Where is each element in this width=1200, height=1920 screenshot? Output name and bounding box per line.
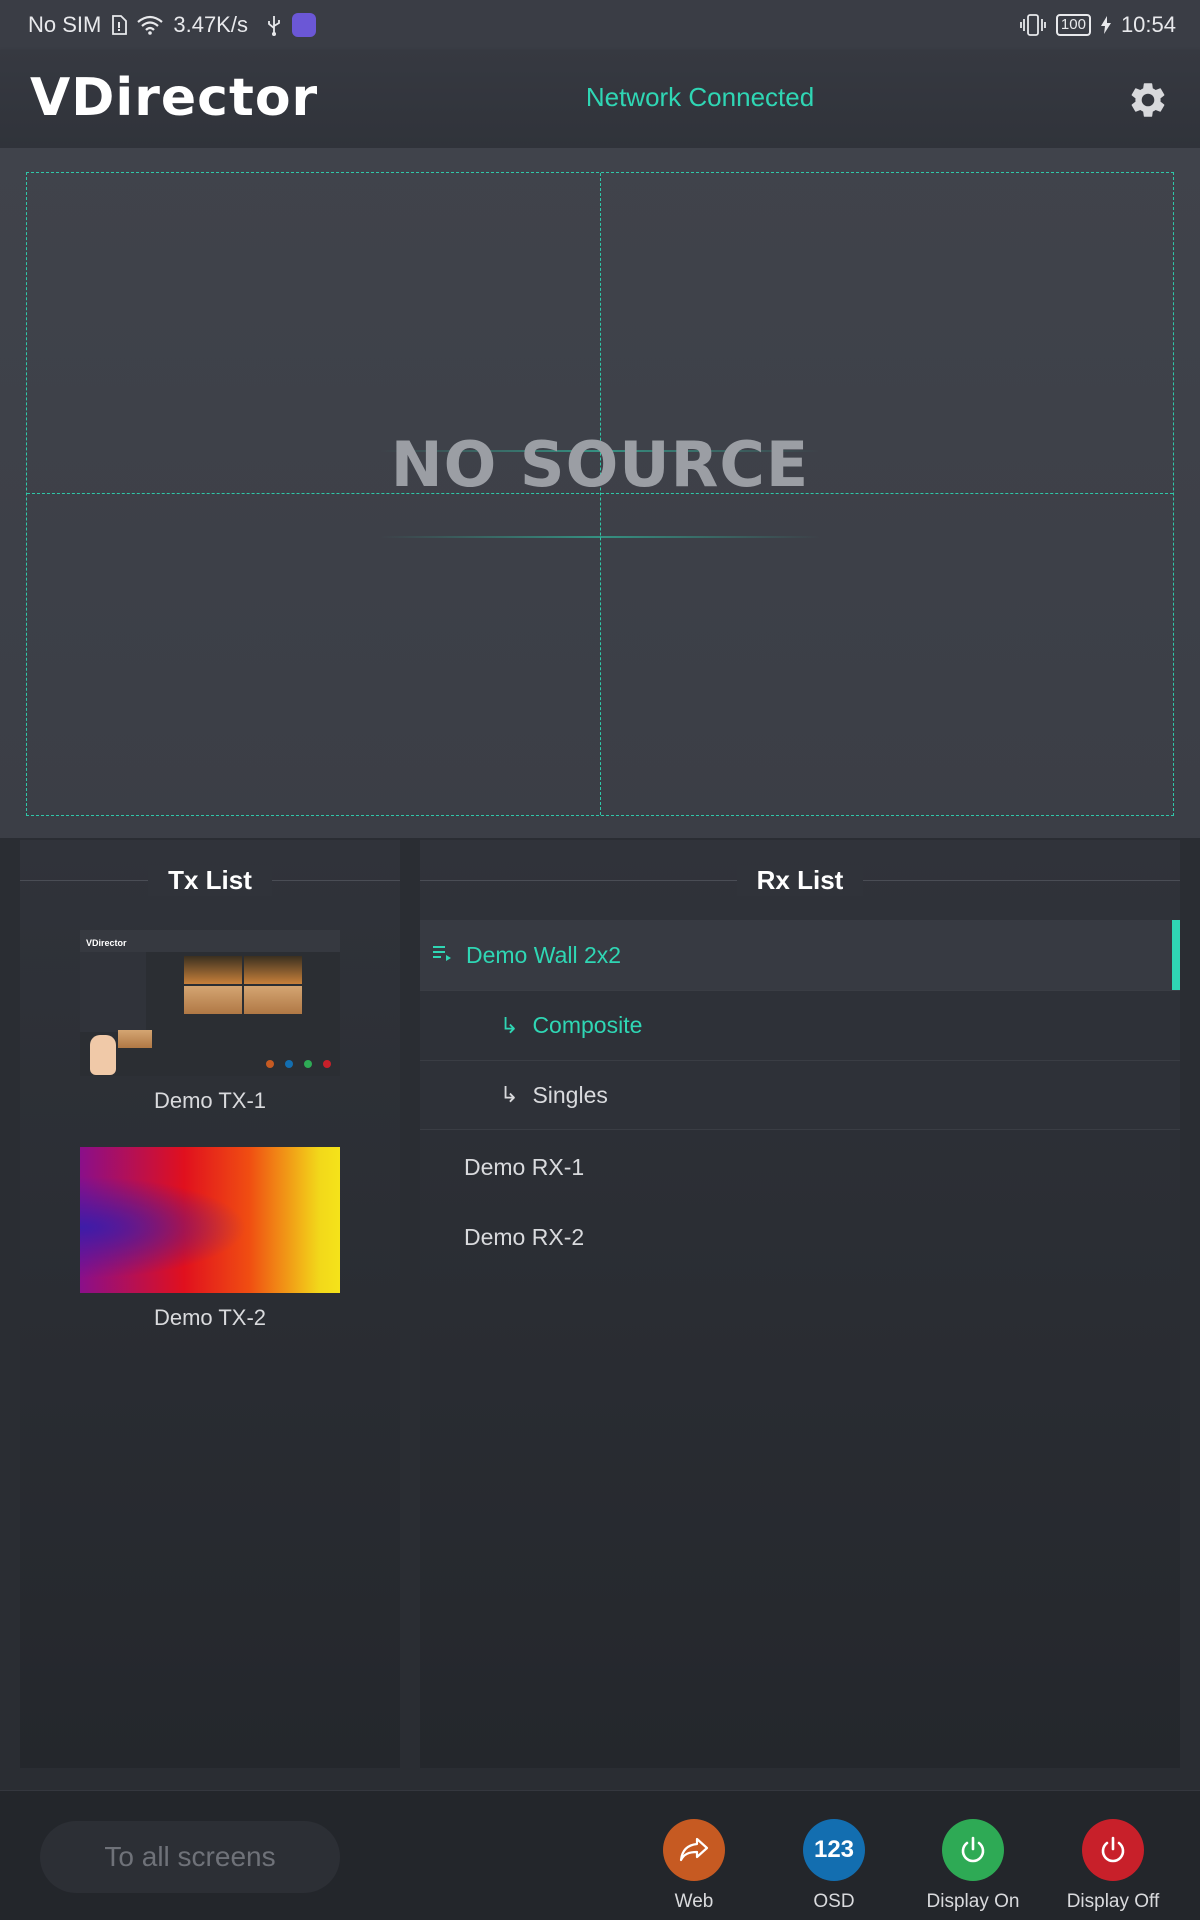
net-speed-text: 3.47K/s xyxy=(173,12,248,37)
app-icon xyxy=(291,13,316,37)
tx-label: Demo TX-2 xyxy=(153,1305,267,1330)
to-all-screens-button[interactable]: To all screens xyxy=(40,1821,340,1893)
bottom-bar: To all screens Web 123 OSD Display On Di… xyxy=(0,1790,1200,1920)
osd-label: OSD xyxy=(813,1891,855,1912)
sim-icon xyxy=(111,15,128,35)
osd-icon: 123 xyxy=(803,1819,865,1881)
status-left: No SIM 3.47K/s xyxy=(28,12,316,38)
rx-label: Demo RX-1 xyxy=(464,1153,585,1180)
rx-item-demo-wall[interactable]: Demo Wall 2x2 xyxy=(420,920,1180,990)
tx-item-demo-tx-1[interactable]: VDirector Demo TX-1 xyxy=(80,930,340,1114)
app-header: VDirector Network Connected xyxy=(0,50,1200,148)
vibrate-icon xyxy=(1020,14,1046,36)
settings-button[interactable] xyxy=(1126,78,1170,122)
selected-indicator xyxy=(1172,920,1180,990)
playlist-icon xyxy=(432,942,452,968)
rx-wall-label: Demo Wall 2x2 xyxy=(466,941,622,968)
rx-label: Demo RX-2 xyxy=(464,1223,585,1250)
rx-item-demo-rx-2[interactable]: Demo RX-2 xyxy=(420,1202,1180,1272)
power-icon xyxy=(1082,1819,1144,1881)
status-bar: No SIM 3.47K/s 100 10:54 xyxy=(0,0,1200,50)
tx-list-title: Tx List xyxy=(148,864,272,896)
carrier-text: No SIM xyxy=(28,12,102,37)
clock: 10:54 xyxy=(1120,12,1176,37)
subitem-arrow-icon: ↳ xyxy=(500,1012,519,1038)
tx-thumbnail: VDirector xyxy=(80,930,340,1076)
display-on-label: Display On xyxy=(926,1891,1020,1912)
share-icon xyxy=(663,1819,725,1881)
status-right: 100 10:54 xyxy=(1020,12,1176,38)
osd-button[interactable]: 123 OSD xyxy=(764,1819,904,1913)
display-on-button[interactable]: Display On xyxy=(903,1819,1043,1913)
rx-sub-item-singles[interactable]: ↳ Singles xyxy=(420,1060,1180,1130)
tx-list-panel: Tx List VDirector Demo TX-1 Demo TX-2 xyxy=(20,840,400,1768)
usb-icon xyxy=(266,14,282,36)
gear-icon xyxy=(1131,83,1165,117)
tx-thumbnail xyxy=(80,1147,340,1293)
wifi-icon xyxy=(137,15,164,35)
tx-list-header: Tx List xyxy=(20,840,400,920)
web-button[interactable]: Web xyxy=(624,1819,764,1913)
rx-sub-label: Composite xyxy=(532,1012,643,1038)
charging-icon xyxy=(1100,16,1111,34)
rx-sub-item-composite[interactable]: ↳ Composite xyxy=(420,990,1180,1060)
display-off-label: Display Off xyxy=(1066,1891,1160,1912)
tx-item-demo-tx-2[interactable]: Demo TX-2 xyxy=(80,1147,340,1331)
tx-label: Demo TX-1 xyxy=(153,1088,267,1113)
rx-list-panel: Rx List Demo Wall 2x2 ↳ Composite ↳ Sing… xyxy=(420,840,1180,1768)
rx-list-title: Rx List xyxy=(736,864,864,896)
rx-list-header: Rx List xyxy=(420,840,1180,920)
battery-icon: 100 xyxy=(1055,14,1091,36)
display-off-button[interactable]: Display Off xyxy=(1043,1819,1183,1913)
no-source-label: NO SOURCE xyxy=(390,428,810,501)
rx-item-demo-rx-1[interactable]: Demo RX-1 xyxy=(420,1132,1180,1202)
web-label: Web xyxy=(674,1891,714,1912)
network-status-text: Network Connected xyxy=(585,82,815,112)
subitem-arrow-icon: ↳ xyxy=(500,1082,519,1107)
glow-line-bottom xyxy=(380,536,820,538)
app-logo: VDirector xyxy=(30,68,319,128)
power-icon xyxy=(942,1819,1004,1881)
rx-sub-label: Singles xyxy=(532,1081,608,1108)
wall-preview[interactable]: NO SOURCE xyxy=(0,148,1200,838)
